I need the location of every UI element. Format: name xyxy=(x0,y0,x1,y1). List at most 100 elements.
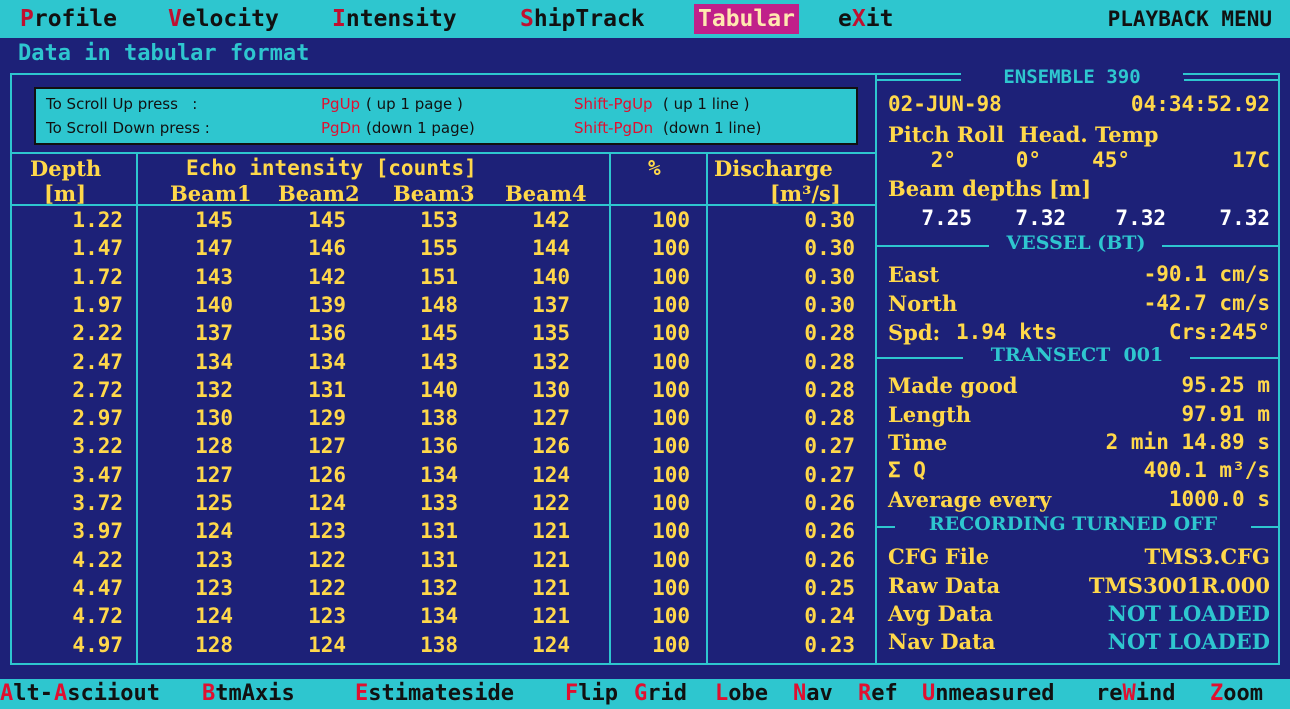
cmd-unmeasured-hotkey: U xyxy=(922,681,936,706)
cell-depth: 1.47 xyxy=(72,236,123,261)
cell-beam3: 155 xyxy=(420,236,458,261)
cell-beam2: 139 xyxy=(308,292,346,317)
frame-right xyxy=(1278,73,1280,665)
menu-exit-prefix: e xyxy=(838,6,852,32)
cell-beam4: 126 xyxy=(532,434,570,459)
bottom-command-bar: Alt- Asciiout BtmAxis Estimateside Flip … xyxy=(0,679,1290,709)
cell-beam3: 143 xyxy=(420,349,458,374)
cmd-estimateside[interactable]: Estimateside xyxy=(355,680,514,708)
vessel-title: VESSEL (BT) xyxy=(990,232,1162,254)
menu-tabular-hotkey: T xyxy=(698,6,712,32)
cmd-zoom[interactable]: Zoom xyxy=(1210,680,1263,708)
cell-pct: 100 xyxy=(652,519,690,544)
cell-pct: 100 xyxy=(652,491,690,515)
cell-beam4: 135 xyxy=(532,321,570,346)
beam-depth-2: 7.32 xyxy=(1015,206,1066,230)
ensemble-date: 02-JUN-98 xyxy=(888,92,1002,116)
cell-beam1: 128 xyxy=(195,632,233,657)
menu-profile-label: rofile xyxy=(33,6,117,32)
help-down-shift-key: Shift-PgDn xyxy=(574,119,654,137)
cell-depth: 4.97 xyxy=(72,632,123,657)
menu-exit[interactable]: eXit xyxy=(838,4,893,34)
cell-beam3: 138 xyxy=(420,406,458,431)
ensemble-title: ENSEMBLE 390 xyxy=(961,66,1183,88)
made-good-value: 95.25 m xyxy=(1181,373,1270,397)
playback-screen: Profile Velocity Intensity ShipTrack Tab… xyxy=(0,0,1290,709)
raw-data-value: TMS3001R.000 xyxy=(1088,573,1270,598)
cell-discharge: 0.28 xyxy=(804,406,855,431)
cell-discharge: 0.26 xyxy=(804,547,855,572)
menu-velocity[interactable]: Velocity xyxy=(168,4,279,34)
beam4-header: Beam4 xyxy=(505,181,587,206)
cell-discharge: 0.25 xyxy=(804,575,855,600)
cell-beam3: 136 xyxy=(420,434,458,459)
cell-beam1: 127 xyxy=(195,462,233,487)
menu-intensity[interactable]: Intensity xyxy=(332,4,457,34)
cell-beam2: 131 xyxy=(308,377,346,402)
help-down-shift-desc: (down 1 line) xyxy=(663,119,762,137)
cell-depth: 1.22 xyxy=(72,208,123,232)
cmd-nav[interactable]: Nav xyxy=(793,680,833,708)
cell-beam1: 132 xyxy=(195,377,233,402)
cell-beam4: 121 xyxy=(532,547,570,572)
cmd-grid-hotkey: G xyxy=(634,681,648,706)
cell-beam4: 132 xyxy=(532,349,570,374)
cell-beam3: 140 xyxy=(420,377,458,402)
cell-beam2: 126 xyxy=(308,462,346,487)
cmd-estimateside-label: stimateside xyxy=(368,681,514,706)
cell-beam1: 140 xyxy=(195,292,233,317)
cmd-btmaxis[interactable]: BtmAxis xyxy=(202,680,295,708)
col-divider-depth xyxy=(136,152,138,664)
north-label: North xyxy=(888,291,958,316)
col-divider-pct xyxy=(706,152,708,664)
help-up-shift-desc: ( up 1 line ) xyxy=(663,95,750,113)
east-label: East xyxy=(888,262,940,287)
cell-beam3: 153 xyxy=(420,208,458,232)
avg-data-label: Avg Data xyxy=(888,601,993,626)
cmd-ref[interactable]: Ref xyxy=(858,680,898,708)
cell-discharge: 0.28 xyxy=(804,349,855,374)
cmd-asciiout[interactable]: Asciiout xyxy=(54,680,160,708)
menu-shiptrack[interactable]: ShipTrack xyxy=(520,4,645,34)
cell-discharge: 0.30 xyxy=(804,208,855,232)
cmd-lobe[interactable]: Lobe xyxy=(715,680,768,708)
cell-depth: 1.72 xyxy=(72,264,123,289)
menu-shiptrack-label: hipTrack xyxy=(533,6,645,32)
menu-exit-label: it xyxy=(865,6,894,32)
cell-beam3: 138 xyxy=(420,632,458,657)
cmd-unmeasured[interactable]: Unmeasured xyxy=(922,680,1054,708)
menu-tabular[interactable]: Tabular xyxy=(694,4,799,34)
cell-depth: 3.22 xyxy=(72,434,123,459)
cmd-grid[interactable]: Grid xyxy=(634,680,687,708)
cell-discharge: 0.26 xyxy=(804,491,855,515)
cmd-ref-label: ef xyxy=(871,681,898,706)
cell-beam1: 137 xyxy=(195,321,233,346)
cell-pct: 100 xyxy=(652,264,690,289)
transect-title: TRANSECT 001 xyxy=(964,344,1190,366)
transect-rule-left xyxy=(877,357,963,359)
cell-beam4: 137 xyxy=(532,292,570,317)
cell-beam4: 122 xyxy=(532,491,570,515)
beam-depth-1: 7.25 xyxy=(921,206,972,230)
help-up-label: To Scroll Up press : xyxy=(46,95,198,113)
cmd-rewind[interactable]: reWind xyxy=(1096,680,1176,708)
menu-bar: Profile Velocity Intensity ShipTrack Tab… xyxy=(0,0,1290,38)
cell-beam1: 130 xyxy=(195,406,233,431)
cmd-rewind-hotkey: W xyxy=(1122,681,1136,706)
cell-pct: 100 xyxy=(652,547,690,572)
depth-unit: [m] xyxy=(44,181,87,206)
cell-beam2: 127 xyxy=(308,434,346,459)
attitude-header: Pitch Roll Head. Temp xyxy=(888,122,1159,147)
cell-discharge: 0.26 xyxy=(804,519,855,544)
menu-velocity-hotkey: V xyxy=(168,6,182,32)
panel-divider xyxy=(875,73,877,665)
discharge-unit: [m³/s] xyxy=(770,181,841,206)
cmd-nav-hotkey: N xyxy=(793,681,807,706)
help-down-desc: (down 1 page) xyxy=(366,119,475,137)
cell-beam2: 142 xyxy=(308,264,346,289)
cmd-grid-label: rid xyxy=(647,681,687,706)
menu-profile[interactable]: Profile xyxy=(20,4,117,34)
cell-beam4: 140 xyxy=(532,264,570,289)
cell-pct: 100 xyxy=(652,321,690,346)
cmd-flip[interactable]: Flip xyxy=(565,680,618,708)
